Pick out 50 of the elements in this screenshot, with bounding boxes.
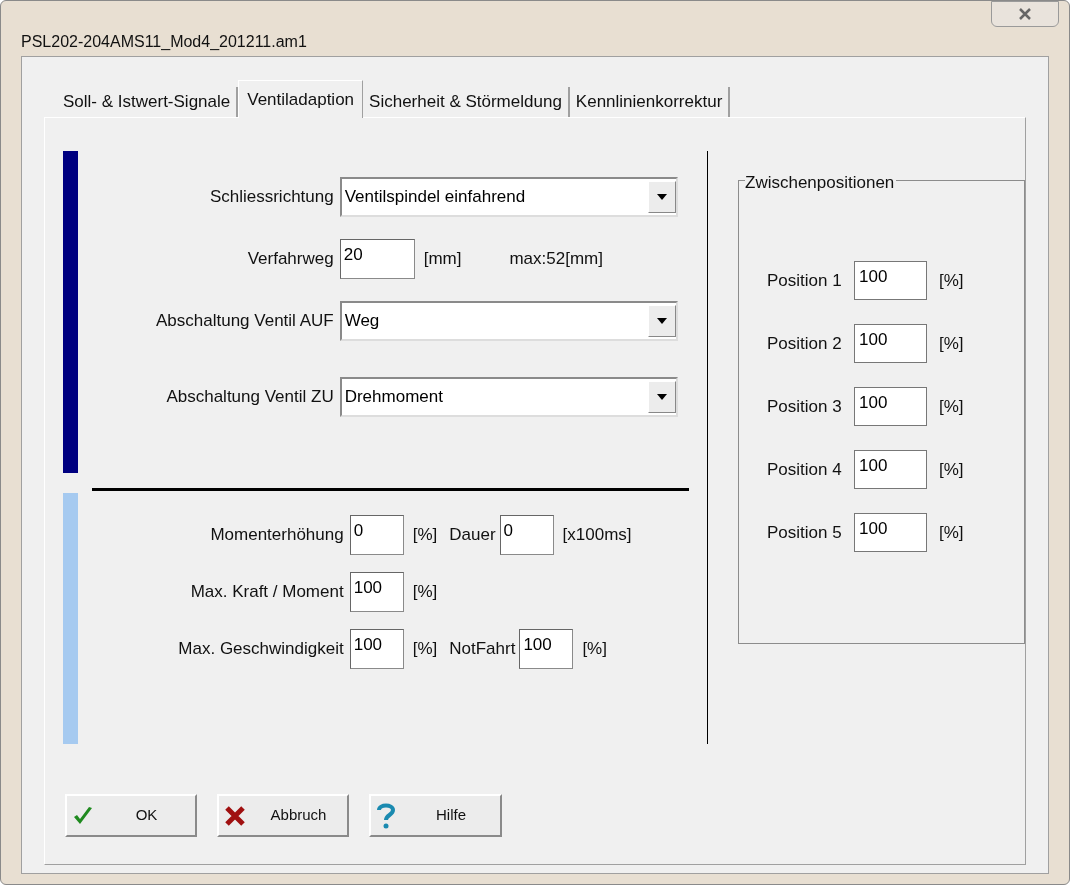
unit-label: [%] (939, 332, 964, 355)
unit-label: [mm] (423, 248, 462, 271)
unit-label: [%] (939, 521, 964, 544)
dropdown-value: Ventilspindel einfahrend (344, 186, 526, 209)
tab[interactable]: Ventiladaption (238, 80, 364, 118)
input-field[interactable]: 20 (339, 239, 415, 279)
field-label: Schliessrichtung (208, 186, 335, 209)
max-label: max:52[mm] (509, 248, 603, 271)
close-icon (1018, 8, 1032, 20)
unit-label: [%] (939, 269, 964, 292)
unit-label: [%] (412, 524, 438, 547)
field-label: Position 1 (767, 269, 843, 292)
dropdown-value: Drehmoment (344, 386, 443, 409)
unit-label: [x100ms] (562, 524, 632, 547)
unit-label: [%] (582, 638, 607, 661)
field-label: Verfahrweg (246, 248, 335, 271)
input-field[interactable]: 100 (854, 324, 927, 363)
button[interactable]: Abbruch (217, 794, 349, 837)
field-label: Position 5 (767, 521, 843, 544)
input-field[interactable]: 100 (854, 387, 927, 426)
input-field[interactable]: 100 (854, 450, 927, 489)
field-label: Momenterhöhung (209, 524, 345, 547)
button[interactable]: Hilfe (369, 794, 502, 837)
input-field[interactable]: 100 (519, 629, 574, 669)
unit-label: [%] (939, 458, 964, 481)
input-field[interactable]: 0 (349, 515, 404, 555)
unit-label: [%] (412, 638, 438, 661)
dropdown[interactable]: Ventilspindel einfahrend (339, 177, 678, 217)
button[interactable]: OK (65, 794, 197, 837)
field-label: Max. Geschwindigkeit (177, 638, 345, 661)
close-button[interactable] (991, 1, 1059, 27)
input-field[interactable]: 100 (854, 261, 927, 300)
dropdown-value: Weg (344, 310, 380, 333)
field-label: NotFahrt (449, 638, 517, 661)
input-field[interactable]: 100 (349, 629, 404, 669)
field-label: Position 2 (767, 332, 843, 355)
window-title: PSL202-204AMS11_Mod4_201211.am1 (21, 32, 307, 52)
unit-label: [%] (939, 395, 964, 418)
field-label: Abschaltung Ventil AUF (155, 310, 335, 333)
input-field[interactable]: 100 (854, 513, 927, 552)
dropdown[interactable]: Weg (339, 301, 678, 341)
input-field[interactable]: 100 (349, 572, 404, 612)
dropdown[interactable]: Drehmoment (339, 377, 678, 417)
field-label: Abschaltung Ventil ZU (165, 386, 335, 409)
field-label: Max. Kraft / Moment (189, 581, 345, 604)
unit-label: [%] (412, 581, 438, 604)
input-field[interactable]: 0 (499, 515, 554, 555)
field-label: Position 3 (767, 395, 843, 418)
field-label: Dauer (449, 524, 497, 547)
field-label: Position 4 (767, 458, 843, 481)
